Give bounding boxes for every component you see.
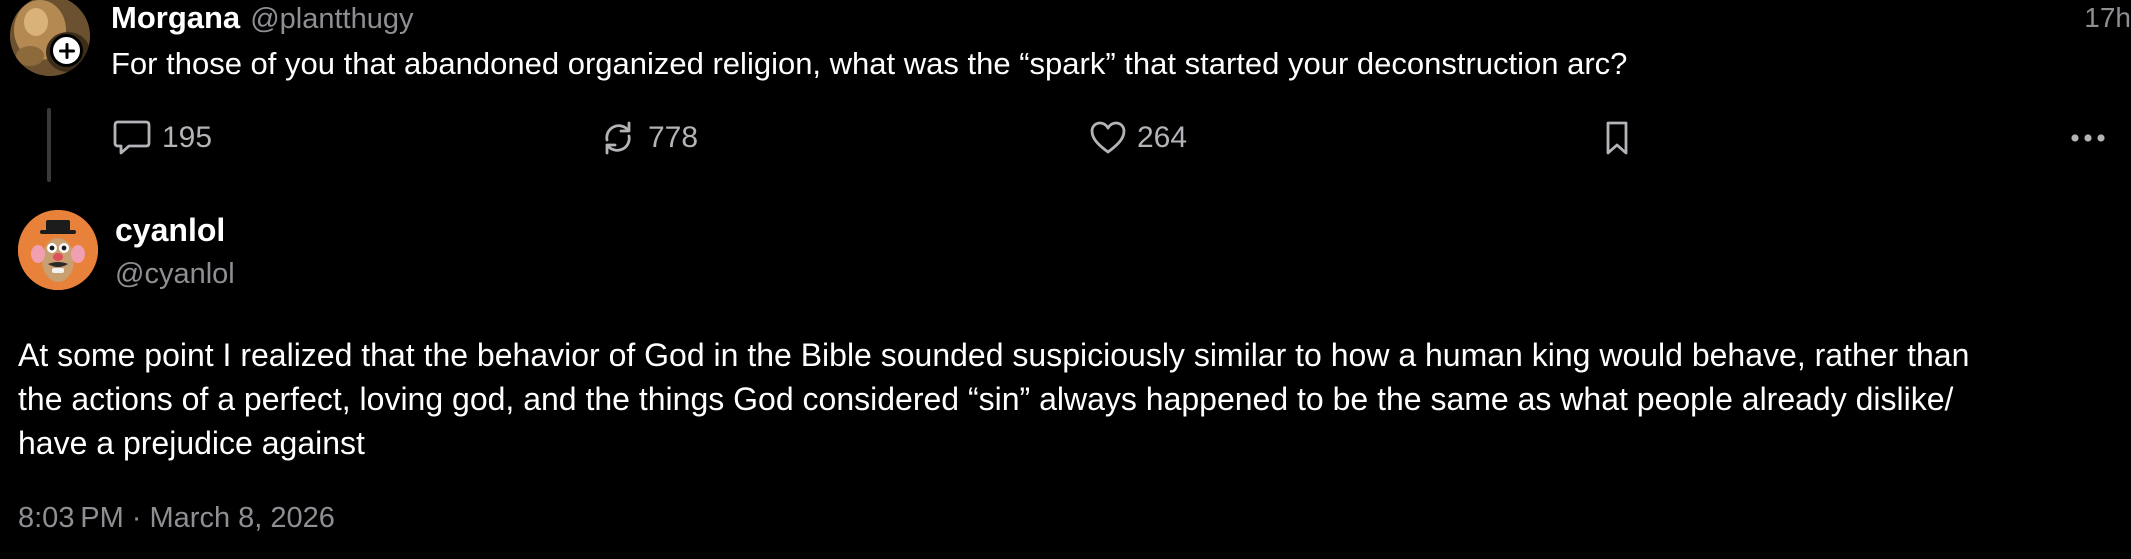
reply-button[interactable]: 195 [112, 118, 212, 158]
reply-timestamp: 8:03 PM · March 8, 2026 [18, 502, 335, 534]
repost-button[interactable]: 778 [598, 118, 698, 158]
bookmark-icon [1606, 121, 1628, 155]
follow-button[interactable] [50, 34, 83, 67]
plus-icon [58, 42, 75, 59]
reply-author-handle[interactable]: @cyanlol [115, 258, 235, 291]
post-time: 17h [2084, 2, 2131, 33]
reply-text-line: the actions of a perfect, loving god, an… [18, 381, 1954, 417]
author-handle[interactable]: @plantthugy [250, 3, 413, 36]
reply-text: At some point I realized that the behavi… [18, 333, 2118, 465]
post-text: For those of you that abandoned organize… [111, 46, 1628, 81]
repost-count: 778 [648, 121, 699, 154]
bookmark-button[interactable] [1603, 118, 1631, 158]
potato-toy-avatar-icon [18, 210, 98, 290]
heart-icon [1090, 121, 1126, 154]
speech-bubble-icon [113, 120, 151, 155]
more-options-button[interactable] [2070, 118, 2106, 158]
like-count: 264 [1137, 121, 1188, 154]
reply-avatar[interactable] [18, 210, 98, 290]
parent-post-header: Morgana @plantthugy [111, 0, 413, 36]
like-button[interactable]: 264 [1089, 118, 1187, 158]
author-name[interactable]: Morgana [111, 0, 240, 36]
reply-text-line: At some point I realized that the behavi… [18, 337, 1970, 373]
reply-text-line: have a prejudice against [18, 425, 365, 461]
ellipsis-icon [2071, 134, 2105, 142]
reply-count: 195 [162, 121, 213, 154]
parent-avatar[interactable] [10, 0, 90, 76]
reply-author-name[interactable]: cyanlol [115, 212, 225, 249]
repost-arrows-icon [605, 121, 631, 155]
post-actions-bar: 195 778 264 [0, 118, 2131, 158]
